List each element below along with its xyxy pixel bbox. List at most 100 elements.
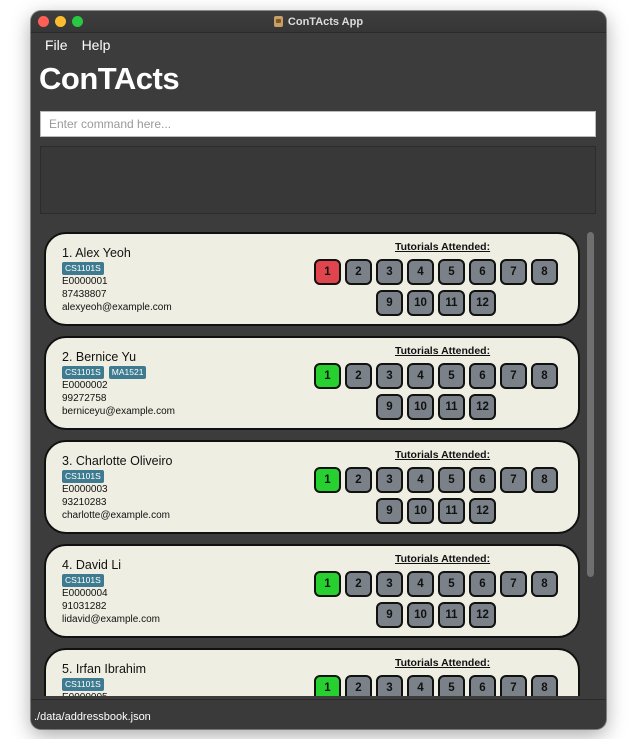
tutorial-8-button[interactable]: 8: [531, 675, 558, 696]
tutorial-7-button[interactable]: 7: [500, 571, 527, 597]
maximize-window-button[interactable]: [72, 16, 83, 27]
tutorial-7-button[interactable]: 7: [500, 259, 527, 285]
tutorial-6-button[interactable]: 6: [469, 363, 496, 389]
tutorial-4-button[interactable]: 4: [407, 675, 434, 696]
contact-card[interactable]: 5. Irfan Ibrahim CS1101SE0000005 Tutorials…: [44, 648, 580, 696]
contact-name: 4. David Li: [62, 558, 122, 572]
tag-list: CS1101S MA1521: [62, 366, 147, 379]
tutorial-10-button[interactable]: 10: [407, 498, 434, 524]
phone-number: 93210283: [62, 497, 107, 508]
tutorial-12-button[interactable]: 12: [469, 394, 496, 420]
minimize-window-button[interactable]: [55, 16, 66, 27]
status-bar: ./data/addressbook.json: [31, 699, 606, 729]
command-input[interactable]: [40, 111, 596, 137]
tutorial-11-button[interactable]: 11: [438, 498, 465, 524]
tutorial-10-button[interactable]: 10: [407, 602, 434, 628]
tutorial-2-button[interactable]: 2: [345, 675, 372, 696]
student-id: E0000005: [62, 692, 108, 696]
tutorial-1-button[interactable]: 1: [314, 259, 341, 285]
close-window-button[interactable]: [38, 16, 49, 27]
tutorial-8-button[interactable]: 8: [531, 259, 558, 285]
window-controls: [38, 16, 83, 27]
tutorial-1-button[interactable]: 1: [314, 571, 341, 597]
tutorial-6-button[interactable]: 6: [469, 571, 496, 597]
module-tag: CS1101S: [62, 574, 104, 587]
app-icon: [273, 16, 283, 27]
tutorial-9-button[interactable]: 9: [376, 498, 403, 524]
email-address: charlotte@example.com: [62, 510, 170, 521]
contact-name: 3. Charlotte Oliveiro: [62, 454, 173, 468]
tutorial-5-button[interactable]: 5: [438, 259, 465, 285]
phone-number: 87438807: [62, 289, 107, 300]
tutorial-1-button[interactable]: 1: [314, 675, 341, 696]
tutorials-heading: Tutorials Attended:: [395, 241, 491, 253]
email-address: alexyeoh@example.com: [62, 302, 172, 313]
tutorial-4-button[interactable]: 4: [407, 467, 434, 493]
tutorial-2-button[interactable]: 2: [345, 363, 372, 389]
contact-list[interactable]: 1. Alex Yeoh CS1101S E0000001 87438807 alexy…: [31, 221, 606, 696]
tutorial-9-button[interactable]: 9: [376, 602, 403, 628]
phone-number: 91031282: [62, 601, 107, 612]
tutorial-3-button[interactable]: 3: [376, 571, 403, 597]
tutorial-7-button[interactable]: 7: [500, 363, 527, 389]
tutorial-11-button[interactable]: 11: [438, 602, 465, 628]
tag-list: CS1101S: [62, 574, 104, 587]
tutorial-10-button[interactable]: 10: [407, 394, 434, 420]
tutorial-11-button[interactable]: 11: [438, 394, 465, 420]
tutorial-2-button[interactable]: 2: [345, 259, 372, 285]
tutorial-4-button[interactable]: 4: [407, 571, 434, 597]
contact-card[interactable]: 4. David Li CS1101S E0000004 91031282 lidavi…: [44, 544, 580, 638]
tutorial-12-button[interactable]: 12: [469, 290, 496, 316]
contact-card[interactable]: 1. Alex Yeoh CS1101S E0000001 87438807 alexy…: [44, 232, 580, 326]
email-address: lidavid@example.com: [62, 614, 160, 625]
tutorial-11-button[interactable]: 11: [438, 290, 465, 316]
window-title-group: ConTActs App: [273, 15, 364, 28]
menu-file[interactable]: File: [45, 35, 68, 55]
tutorial-7-button[interactable]: 7: [500, 675, 527, 696]
tutorial-3-button[interactable]: 3: [376, 675, 403, 696]
tutorials-heading: Tutorials Attended:: [395, 657, 491, 669]
tutorial-2-button[interactable]: 2: [345, 571, 372, 597]
tutorial-3-button[interactable]: 3: [376, 259, 403, 285]
tutorial-12-button[interactable]: 12: [469, 498, 496, 524]
result-display: [40, 146, 596, 214]
tutorials-heading: Tutorials Attended:: [395, 553, 491, 565]
tutorial-8-button[interactable]: 8: [531, 571, 558, 597]
tutorial-2-button[interactable]: 2: [345, 467, 372, 493]
contact-card[interactable]: 3. Charlotte Oliveiro CS1101S E0000003 9321…: [44, 440, 580, 534]
tutorial-5-button[interactable]: 5: [438, 363, 465, 389]
tutorial-10-button[interactable]: 10: [407, 290, 434, 316]
tutorial-4-button[interactable]: 4: [407, 363, 434, 389]
tutorial-3-button[interactable]: 3: [376, 467, 403, 493]
tutorial-6-button[interactable]: 6: [469, 675, 496, 696]
tutorial-3-button[interactable]: 3: [376, 363, 403, 389]
phone-number: 99272758: [62, 393, 107, 404]
tutorial-12-button[interactable]: 12: [469, 602, 496, 628]
app-window: ConTActs App File Help ConTActs 1. Alex …: [31, 11, 606, 729]
tutorial-1-button[interactable]: 1: [314, 363, 341, 389]
tutorial-9-button[interactable]: 9: [376, 290, 403, 316]
tutorial-8-button[interactable]: 8: [531, 467, 558, 493]
module-tag: CS1101S: [62, 678, 104, 691]
student-id: E0000003: [62, 484, 108, 495]
tutorial-4-button[interactable]: 4: [407, 259, 434, 285]
student-id: E0000004: [62, 588, 108, 599]
student-id: E0000002: [62, 380, 108, 391]
tutorial-7-button[interactable]: 7: [500, 467, 527, 493]
contact-list-scrollbar[interactable]: [587, 232, 594, 577]
window-title: ConTActs App: [287, 15, 364, 28]
module-tag: CS1101S: [62, 262, 104, 275]
tutorial-1-button[interactable]: 1: [314, 467, 341, 493]
tutorial-5-button[interactable]: 5: [438, 571, 465, 597]
save-location: ./data/addressbook.json: [34, 711, 151, 723]
contact-card[interactable]: 2. Bernice Yu CS1101S MA1521 E0000002 992727…: [44, 336, 580, 430]
tutorial-8-button[interactable]: 8: [531, 363, 558, 389]
tutorial-6-button[interactable]: 6: [469, 467, 496, 493]
tutorial-5-button[interactable]: 5: [438, 467, 465, 493]
tutorials-heading: Tutorials Attended:: [395, 449, 491, 461]
module-tag: MA1521: [108, 366, 147, 379]
tutorial-6-button[interactable]: 6: [469, 259, 496, 285]
tutorial-9-button[interactable]: 9: [376, 394, 403, 420]
tutorial-5-button[interactable]: 5: [438, 675, 465, 696]
menu-help[interactable]: Help: [82, 35, 111, 55]
